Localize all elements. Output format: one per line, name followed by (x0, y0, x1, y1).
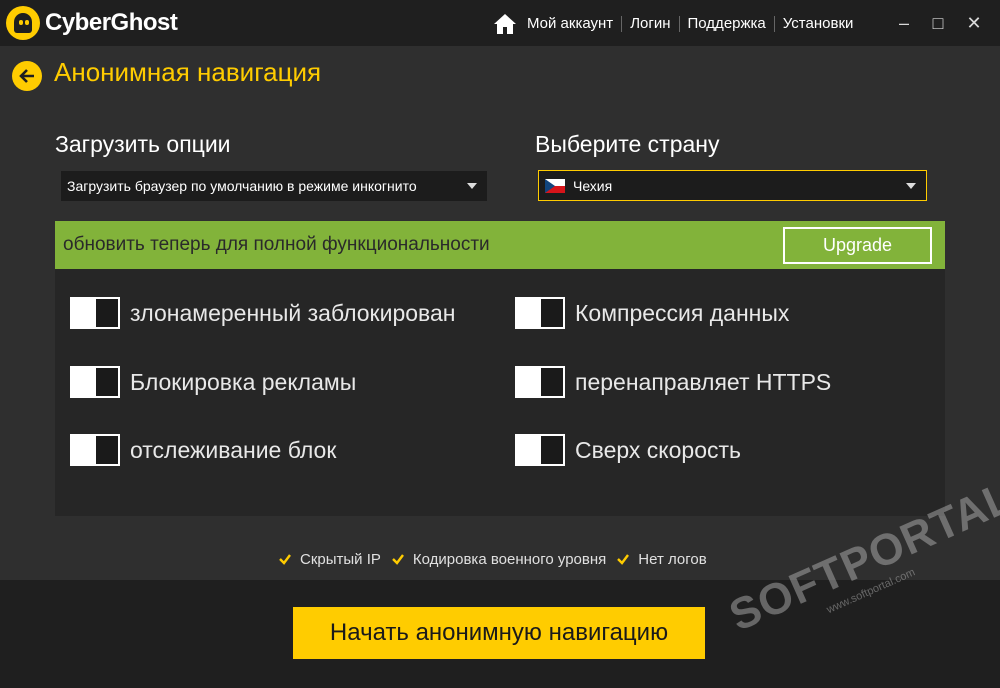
nav-my-account[interactable]: Мой аккаунт (527, 16, 621, 32)
ad-block-toggle[interactable] (70, 366, 120, 398)
feature-item: Нет логов (616, 550, 707, 568)
upgrade-bar: обновить теперь для полной функционально… (55, 221, 945, 269)
upgrade-button[interactable]: Upgrade (783, 227, 932, 264)
option-label: Сверх скорость (575, 436, 741, 463)
chevron-down-icon (467, 183, 477, 189)
malware-block-toggle[interactable] (70, 297, 120, 329)
ghost-logo-icon (6, 6, 40, 40)
feature-label: Кодировка военного уровня (412, 550, 607, 568)
option-tracking-block: отслеживание блок (70, 434, 336, 466)
features-list: Скрытый IP Кодировка военного уровня Нет… (278, 549, 717, 569)
feature-item: Кодировка военного уровня (391, 551, 606, 568)
option-malware-block: злонамеренный заблокирован (70, 297, 456, 329)
feature-label: Нет логов (638, 550, 707, 568)
check-icon (279, 554, 291, 565)
home-icon[interactable] (493, 13, 517, 35)
arrow-left-icon (19, 69, 34, 83)
app-logo: CyberGhost (6, 6, 178, 40)
option-label: отслеживание блок (130, 436, 337, 463)
check-icon (392, 554, 404, 565)
option-extra-speed: Сверх скорость (515, 434, 741, 466)
start-anonymous-browsing-button[interactable]: Начать анонимную навигацию (293, 607, 705, 659)
option-label: злонамеренный заблокирован (130, 299, 456, 326)
option-label: Компрессия данных (575, 299, 790, 326)
options-panel: обновить теперь для полной функционально… (55, 221, 945, 516)
country-select[interactable]: Чехия (538, 170, 927, 201)
feature-item: Скрытый IP (278, 551, 381, 568)
option-data-compression: Компрессия данных (515, 297, 789, 329)
maximize-button[interactable]: □ (925, 10, 951, 36)
top-nav: Мой аккаунт Логин Поддержка Установки (493, 12, 861, 36)
country-label: Выберите страну (535, 131, 720, 157)
chevron-down-icon (906, 183, 916, 189)
tracking-block-toggle[interactable] (70, 434, 120, 466)
nav-settings[interactable]: Установки (773, 16, 862, 32)
option-ad-block: Блокировка рекламы (70, 366, 356, 398)
feature-label: Скрытый IP (300, 550, 381, 568)
load-options-value: Загрузить браузер по умолчанию в режиме … (67, 178, 417, 194)
extra-speed-toggle[interactable] (515, 434, 565, 466)
nav-support[interactable]: Поддержка (678, 16, 774, 32)
option-https-redirect: перенаправляет HTTPS (515, 366, 831, 398)
option-label: Блокировка рекламы (130, 368, 357, 395)
country-value: Чехия (573, 177, 613, 194)
close-button[interactable]: ✕ (961, 10, 987, 36)
page-title: Анонимная навигация (54, 57, 322, 87)
data-compression-toggle[interactable] (515, 297, 565, 329)
load-options-select[interactable]: Загрузить браузер по умолчанию в режиме … (61, 171, 487, 201)
title-bar: CyberGhost Мой аккаунт Логин Поддержка У… (0, 0, 1000, 46)
app-name: CyberGhost (45, 9, 178, 36)
upgrade-text: обновить теперь для полной функционально… (63, 234, 490, 255)
option-label: перенаправляет HTTPS (575, 368, 832, 395)
minimize-button[interactable]: – (891, 10, 917, 36)
check-icon (617, 554, 630, 565)
load-options-label: Загрузить опции (55, 131, 231, 157)
back-button[interactable] (12, 61, 42, 91)
nav-login[interactable]: Логин (621, 16, 678, 32)
czech-flag-icon (545, 178, 565, 193)
https-redirect-toggle[interactable] (515, 366, 565, 398)
